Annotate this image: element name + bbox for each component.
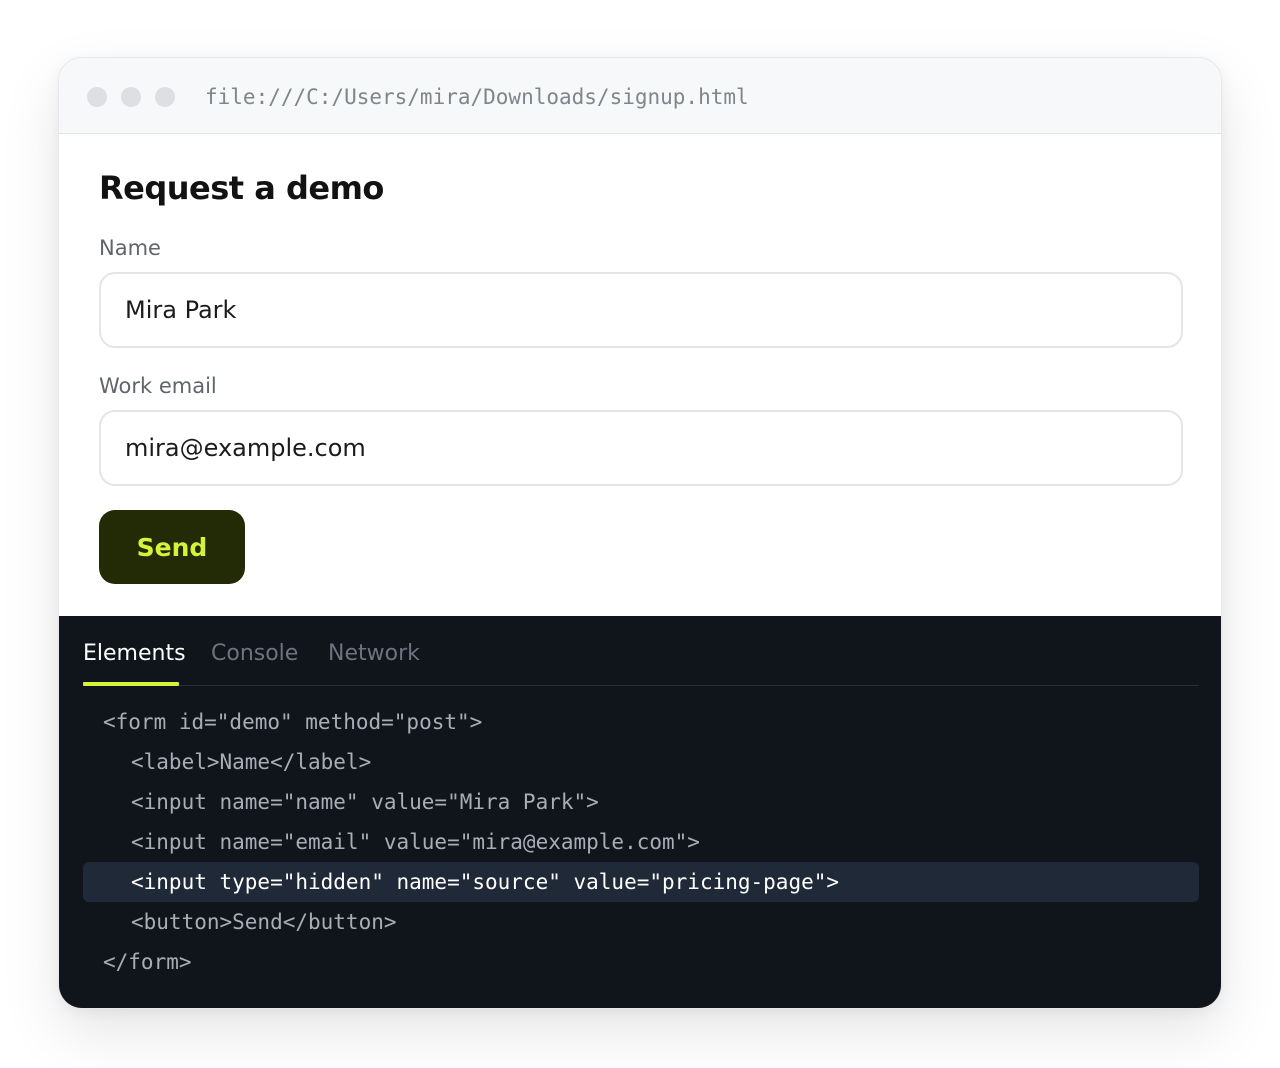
dom-node-form-open[interactable]: <form id="demo" method="post"> xyxy=(83,702,1199,742)
devtools-panel: Elements Console Network <form id="demo"… xyxy=(59,616,1221,1008)
dom-node-input-name[interactable]: <input name="name" value="Mira Park"> xyxy=(83,782,1199,822)
email-label: Work email xyxy=(99,374,217,398)
window-dot-icon[interactable] xyxy=(155,87,175,107)
elements-tree: <form id="demo" method="post"> <label>Na… xyxy=(83,702,1199,982)
email-input[interactable] xyxy=(99,410,1183,486)
name-label: Name xyxy=(99,236,161,260)
address-bar[interactable]: file:///C:/Users/mira/Downloads/signup.h… xyxy=(205,82,749,112)
window-dot-icon[interactable] xyxy=(87,87,107,107)
dom-node-form-close[interactable]: </form> xyxy=(83,942,1199,982)
page-title: Request a demo xyxy=(99,169,384,207)
tab-network[interactable]: Network xyxy=(328,638,420,670)
tab-elements[interactable]: Elements xyxy=(83,638,186,670)
window-dot-icon[interactable] xyxy=(121,87,141,107)
page-content: Request a demo Name Work email Send xyxy=(59,134,1221,616)
devtools-tabs: Elements Console Network xyxy=(83,616,1199,686)
name-input[interactable] xyxy=(99,272,1183,348)
tab-console[interactable]: Console xyxy=(211,638,298,670)
dom-node-label[interactable]: <label>Name</label> xyxy=(83,742,1199,782)
dom-node-button[interactable]: <button>Send</button> xyxy=(83,902,1199,942)
dom-node-input-hidden-selected[interactable]: <input type="hidden" name="source" value… xyxy=(83,862,1199,902)
active-tab-indicator xyxy=(83,682,179,686)
browser-window: file:///C:/Users/mira/Downloads/signup.h… xyxy=(58,57,1222,1009)
browser-titlebar: file:///C:/Users/mira/Downloads/signup.h… xyxy=(59,58,1221,134)
dom-node-input-email[interactable]: <input name="email" value="mira@example.… xyxy=(83,822,1199,862)
send-button[interactable]: Send xyxy=(99,510,245,584)
